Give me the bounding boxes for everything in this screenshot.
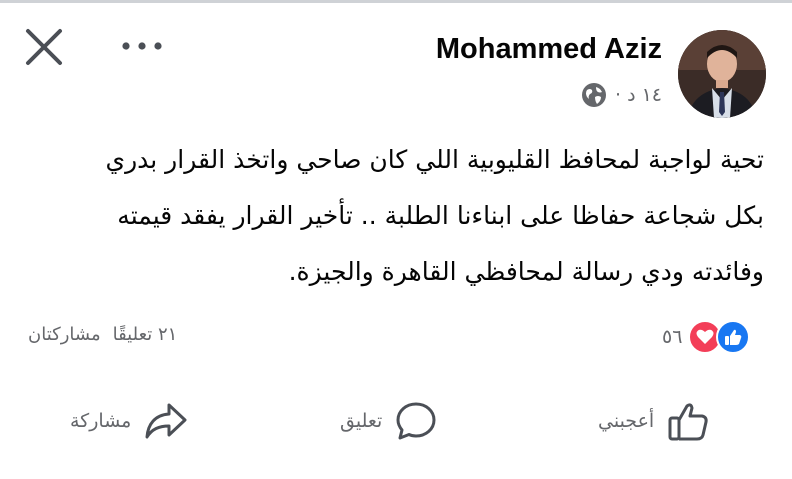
reaction-count: ٥٦: [662, 326, 683, 348]
share-count[interactable]: مشاركتان: [28, 324, 101, 345]
engagement-stats: ٢١ تعليقًا مشاركتان: [28, 324, 177, 345]
like-reaction-icon: [716, 320, 751, 354]
author-name[interactable]: Mohammed Aziz: [436, 33, 662, 66]
more-icon: [122, 42, 162, 50]
comment-icon: [396, 402, 436, 440]
post-text: تحية لواجبة لمحافظ القليوبية اللي كان صا…: [24, 132, 764, 300]
reactions-summary[interactable]: ٥٦: [662, 320, 751, 354]
comment-label: تعليق: [340, 410, 383, 432]
comment-button[interactable]: تعليق: [340, 396, 438, 446]
post-text-line: تحية لواجبة لمحافظ القليوبية اللي كان صا…: [105, 145, 764, 174]
post-text-line: بكل شجاعة حفاظا على ابناءنا الطلبة .. تأ…: [117, 201, 764, 230]
comment-count[interactable]: ٢١ تعليقًا: [113, 324, 178, 345]
globe-icon[interactable]: [581, 82, 607, 108]
post-text-line: وفائدته ودي رسالة لمحافظي القاهرة والجيز…: [288, 257, 764, 286]
close-button[interactable]: [24, 27, 64, 67]
share-button[interactable]: مشاركة: [70, 396, 189, 446]
timestamp[interactable]: ١٤ د ·: [615, 84, 662, 106]
share-icon: [145, 403, 187, 439]
top-divider: [0, 0, 792, 3]
like-label: أعجبني: [598, 410, 655, 432]
post-meta: ١٤ د ·: [581, 81, 662, 109]
thumbs-up-icon: [668, 403, 708, 441]
avatar[interactable]: [678, 30, 766, 118]
share-label: مشاركة: [70, 410, 132, 432]
more-options-button[interactable]: [118, 34, 166, 58]
like-button[interactable]: أعجبني: [598, 396, 710, 446]
close-icon: [26, 29, 62, 65]
